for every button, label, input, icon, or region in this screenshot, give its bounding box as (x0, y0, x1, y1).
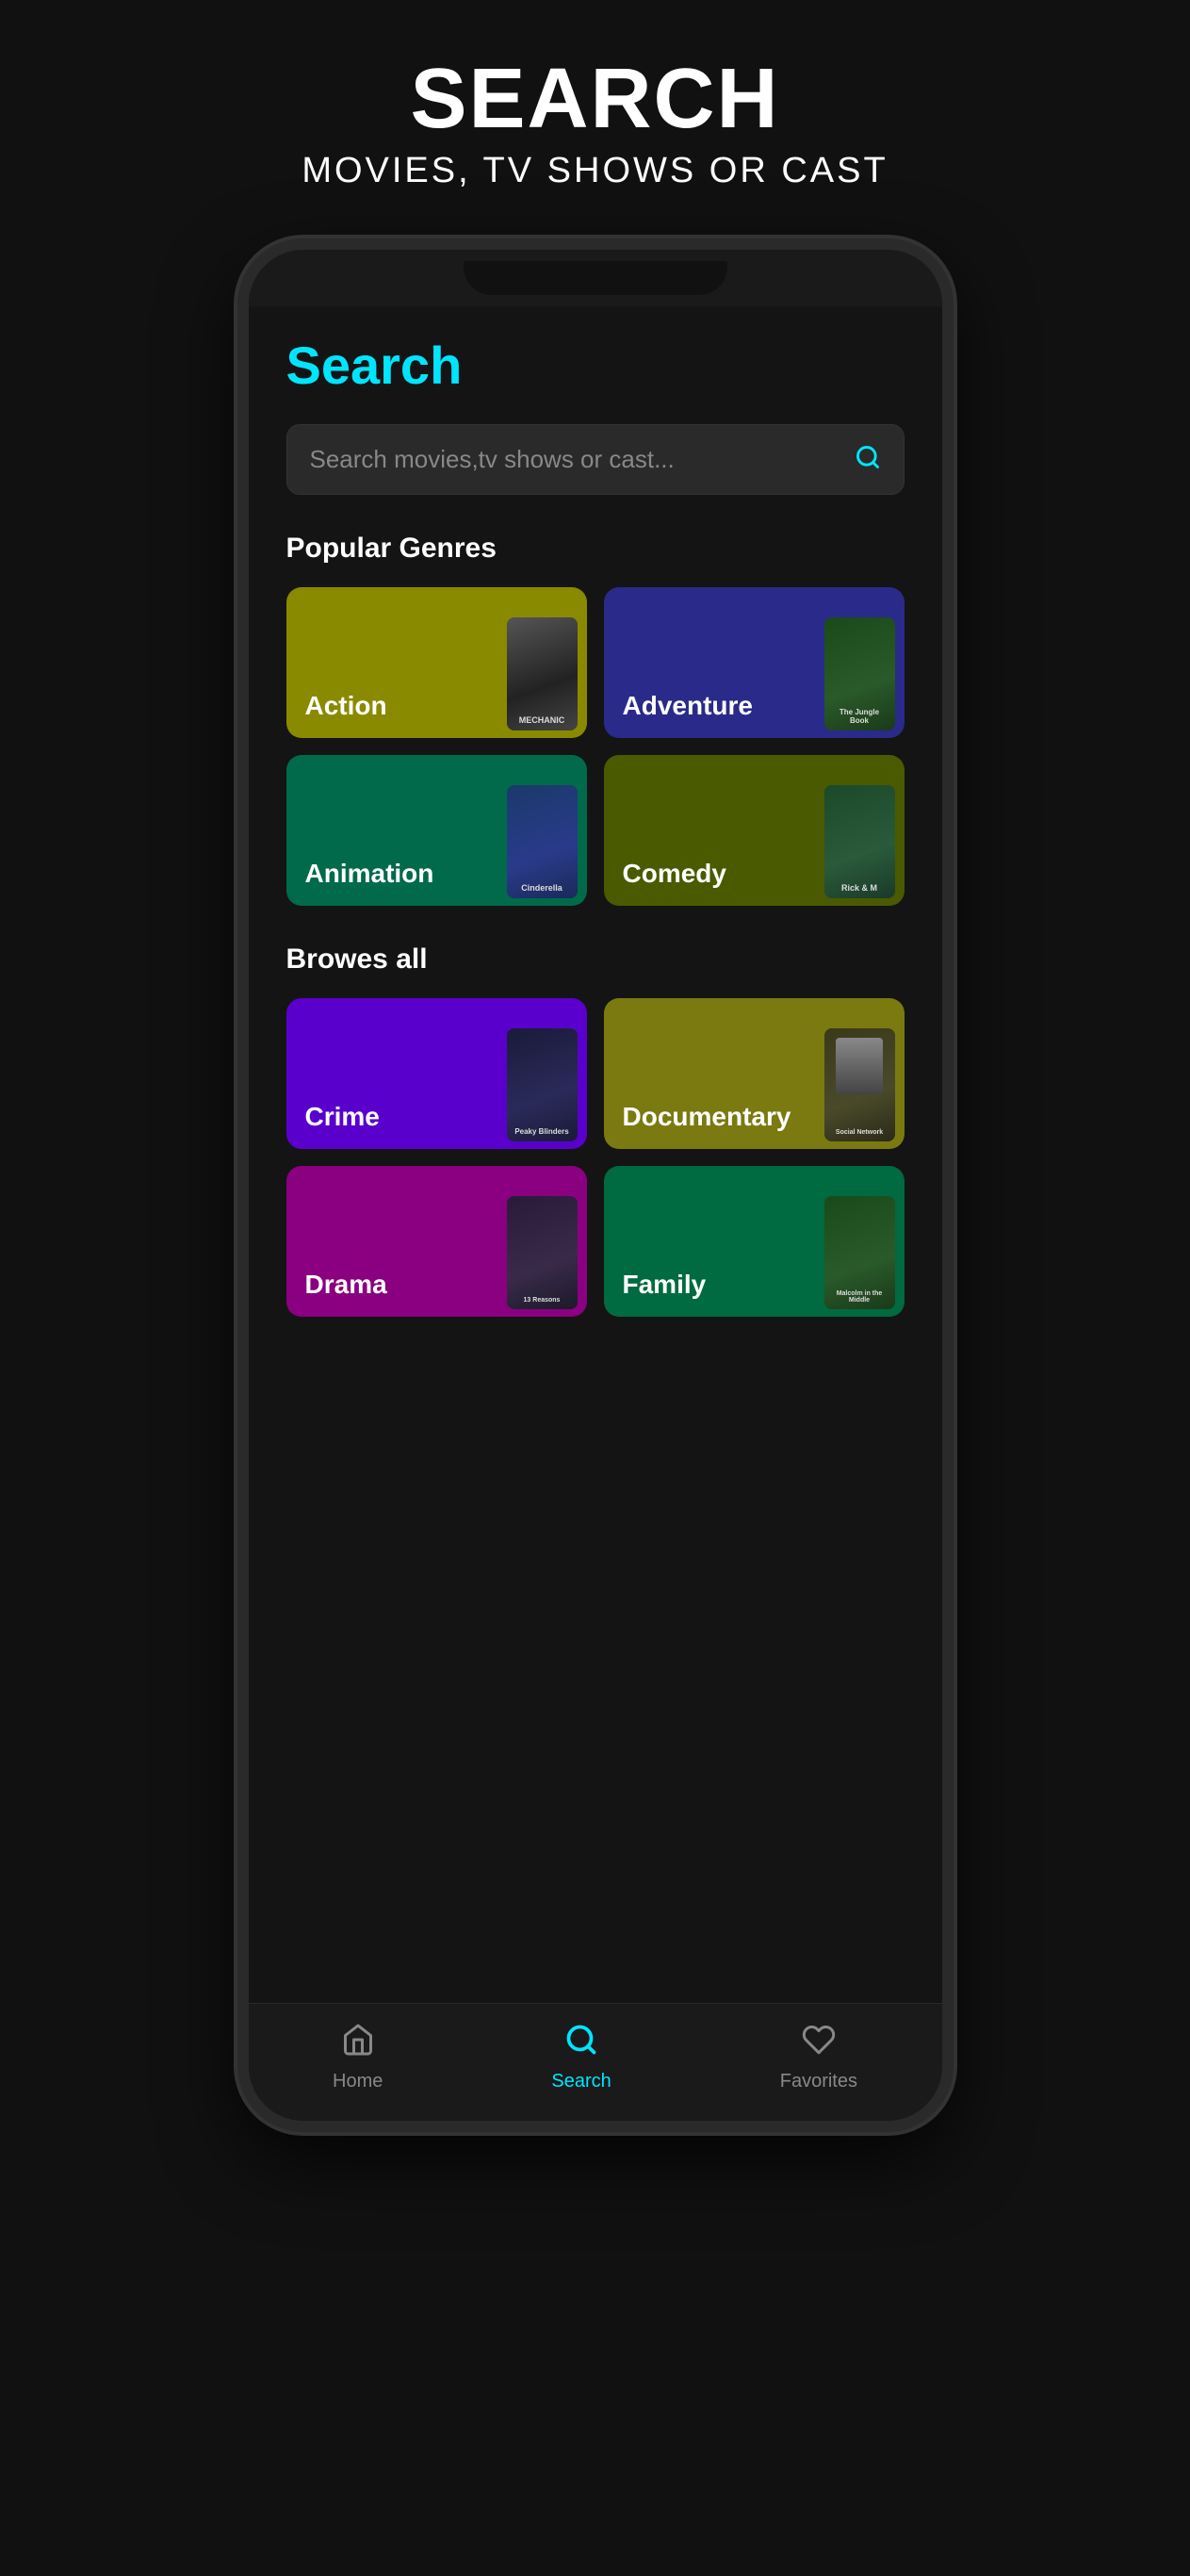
poster-adventure: The Jungle Book (824, 617, 895, 730)
genre-card-documentary[interactable]: Documentary Social Network (604, 998, 905, 1149)
nav-item-home[interactable]: Home (333, 2023, 383, 2092)
search-input[interactable] (310, 445, 855, 474)
nav-label-favorites: Favorites (780, 2071, 857, 2092)
nav-item-search[interactable]: Search (551, 2023, 611, 2092)
poster-documentary: Social Network (824, 1028, 895, 1141)
browse-all-grid: Crime Peaky Blinders Documentary (286, 998, 905, 1317)
promo-title: SEARCH (302, 57, 888, 141)
search-icon (855, 444, 881, 475)
genre-label-adventure: Adventure (623, 691, 753, 721)
search-bar[interactable] (286, 424, 905, 495)
genre-label-action: Action (305, 691, 387, 721)
genre-card-drama[interactable]: Drama 13 Reasons (286, 1166, 587, 1317)
promo-subtitle: MOVIES, TV SHOWS OR CAST (302, 151, 888, 191)
phone-notch-area (249, 250, 942, 306)
popular-genres-grid: Action MECHANIC Adventure The Jungle Boo… (286, 587, 905, 906)
genre-card-crime[interactable]: Crime Peaky Blinders (286, 998, 587, 1149)
genre-label-drama: Drama (305, 1270, 387, 1300)
nav-item-favorites[interactable]: Favorites (780, 2023, 857, 2092)
genre-label-documentary: Documentary (623, 1102, 791, 1132)
home-icon (341, 2023, 375, 2065)
genre-label-comedy: Comedy (623, 859, 726, 889)
genre-label-animation: Animation (305, 859, 434, 889)
poster-family: Malcolm in the Middle (824, 1196, 895, 1309)
nav-label-search: Search (551, 2071, 611, 2092)
poster-action: MECHANIC (507, 617, 578, 730)
poster-crime: Peaky Blinders (507, 1028, 578, 1141)
bottom-nav: Home Search Favorites (249, 2003, 942, 2121)
poster-comedy: Rick & M (824, 785, 895, 898)
heart-icon (802, 2023, 836, 2065)
genre-card-comedy[interactable]: Comedy Rick & M (604, 755, 905, 906)
browse-all-title: Browes all (286, 943, 905, 976)
genre-label-crime: Crime (305, 1102, 380, 1132)
nav-label-home: Home (333, 2071, 383, 2092)
phone-notch (464, 261, 727, 295)
search-heading: Search (286, 335, 905, 396)
promo-header: SEARCH MOVIES, TV SHOWS OR CAST (302, 0, 888, 229)
genre-label-family: Family (623, 1270, 707, 1300)
phone-content: Search Popular Genres Action (249, 306, 942, 2003)
search-nav-icon (564, 2023, 598, 2065)
poster-drama: 13 Reasons (507, 1196, 578, 1309)
app-container: SEARCH MOVIES, TV SHOWS OR CAST Search (0, 0, 1190, 2576)
genre-card-family[interactable]: Family Malcolm in the Middle (604, 1166, 905, 1317)
genre-card-animation[interactable]: Animation Cinderella (286, 755, 587, 906)
genre-card-action[interactable]: Action MECHANIC (286, 587, 587, 738)
phone-frame: Search Popular Genres Action (237, 238, 954, 2132)
popular-genres-title: Popular Genres (286, 533, 905, 565)
genre-card-adventure[interactable]: Adventure The Jungle Book (604, 587, 905, 738)
poster-animation: Cinderella (507, 785, 578, 898)
